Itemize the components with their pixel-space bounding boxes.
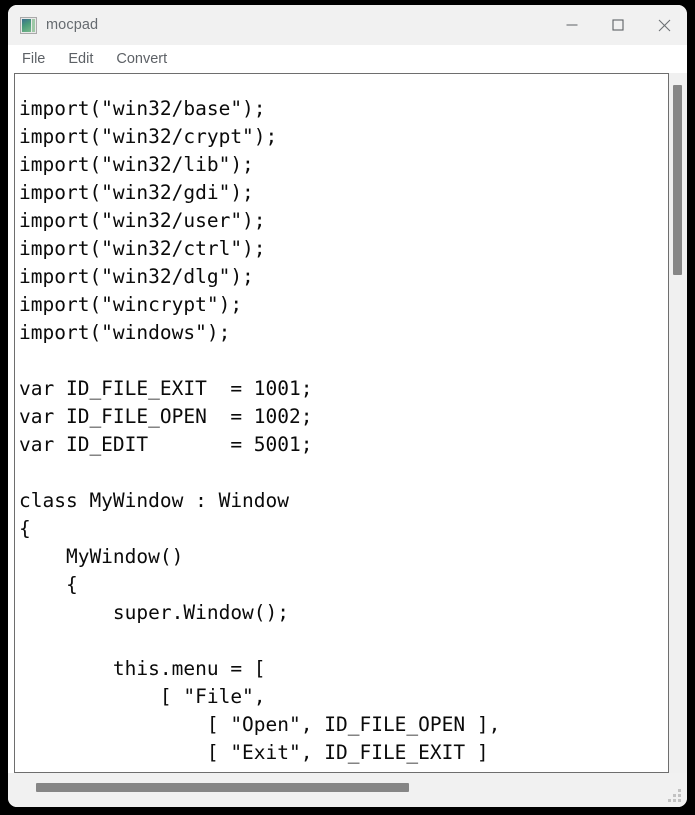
- image-file-icon: [20, 16, 37, 34]
- menu-item-convert[interactable]: Convert: [116, 49, 181, 70]
- vertical-scrollbar-thumb[interactable]: [673, 85, 682, 275]
- text-editor[interactable]: import("win32/base"); import("win32/cryp…: [14, 73, 669, 773]
- close-button[interactable]: [641, 5, 687, 45]
- editor-text[interactable]: import("win32/base"); import("win32/cryp…: [19, 95, 500, 773]
- minimize-icon: [566, 24, 578, 26]
- window-title: mocpad: [46, 17, 99, 33]
- horizontal-scrollbar[interactable]: [30, 783, 663, 792]
- status-bar: [8, 773, 687, 807]
- minimize-button[interactable]: [549, 5, 595, 45]
- title-bar-left: mocpad: [8, 16, 99, 34]
- menu-bar: File Edit Convert: [8, 45, 687, 73]
- vertical-scrollbar[interactable]: [669, 73, 687, 773]
- maximize-button[interactable]: [595, 5, 641, 45]
- editor-area: import("win32/base"); import("win32/cryp…: [8, 73, 687, 773]
- window-controls: [549, 5, 687, 45]
- application-window: mocpad File Edit Convert import("win32/b…: [8, 5, 687, 807]
- menu-item-edit[interactable]: Edit: [68, 49, 107, 70]
- resize-grip-icon[interactable]: [668, 789, 681, 802]
- horizontal-scrollbar-thumb[interactable]: [36, 783, 409, 792]
- maximize-icon: [612, 19, 624, 31]
- menu-item-file[interactable]: File: [22, 49, 59, 70]
- close-icon: [658, 19, 670, 31]
- title-bar[interactable]: mocpad: [8, 5, 687, 45]
